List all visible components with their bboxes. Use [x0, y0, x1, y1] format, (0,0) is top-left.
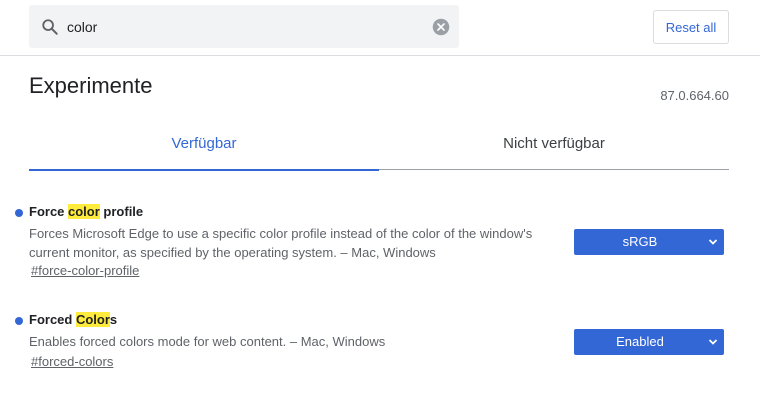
experiment-select[interactable]: Enabled	[574, 329, 724, 355]
experiment-description: Forces Microsoft Edge to use a specific …	[29, 226, 533, 260]
title-text: s	[109, 312, 118, 327]
experiment-select[interactable]: sRGB	[574, 229, 724, 255]
version-label: 87.0.664.60	[660, 88, 729, 103]
title-text: Forced	[29, 312, 76, 327]
select-value: sRGB	[622, 234, 658, 249]
experiment-permalink[interactable]: #force-color-profile	[31, 263, 139, 278]
experiment-bullet	[15, 209, 23, 217]
experiment-permalink[interactable]: #forced-colors	[31, 354, 113, 369]
experiment-title: Force color profile	[29, 204, 143, 219]
reset-all-button[interactable]: Reset all	[653, 10, 729, 44]
page-title: Experimente	[29, 73, 153, 98]
title-text: Force	[29, 204, 69, 219]
tab-bar: Verfügbar Nicht verfügbar	[29, 124, 729, 171]
tab-available[interactable]: Verfügbar	[29, 124, 379, 171]
header: Reset all	[0, 0, 760, 56]
search-highlight: Color	[75, 312, 110, 327]
search-highlight: color	[68, 204, 100, 219]
clear-icon[interactable]	[432, 18, 450, 36]
experiment-title: Forced Colors	[29, 312, 117, 327]
chevron-down-icon	[708, 239, 718, 245]
select-value: Enabled	[616, 334, 664, 349]
experiment-description: Enables forced colors mode for web conte…	[29, 334, 386, 349]
tab-unavailable[interactable]: Nicht verfügbar	[379, 124, 729, 169]
chevron-down-icon	[708, 339, 718, 345]
search-icon	[42, 19, 58, 35]
search-box[interactable]	[29, 5, 459, 48]
experiment-bullet	[15, 317, 23, 325]
search-input[interactable]	[67, 5, 417, 48]
title-text: profile	[99, 204, 144, 219]
